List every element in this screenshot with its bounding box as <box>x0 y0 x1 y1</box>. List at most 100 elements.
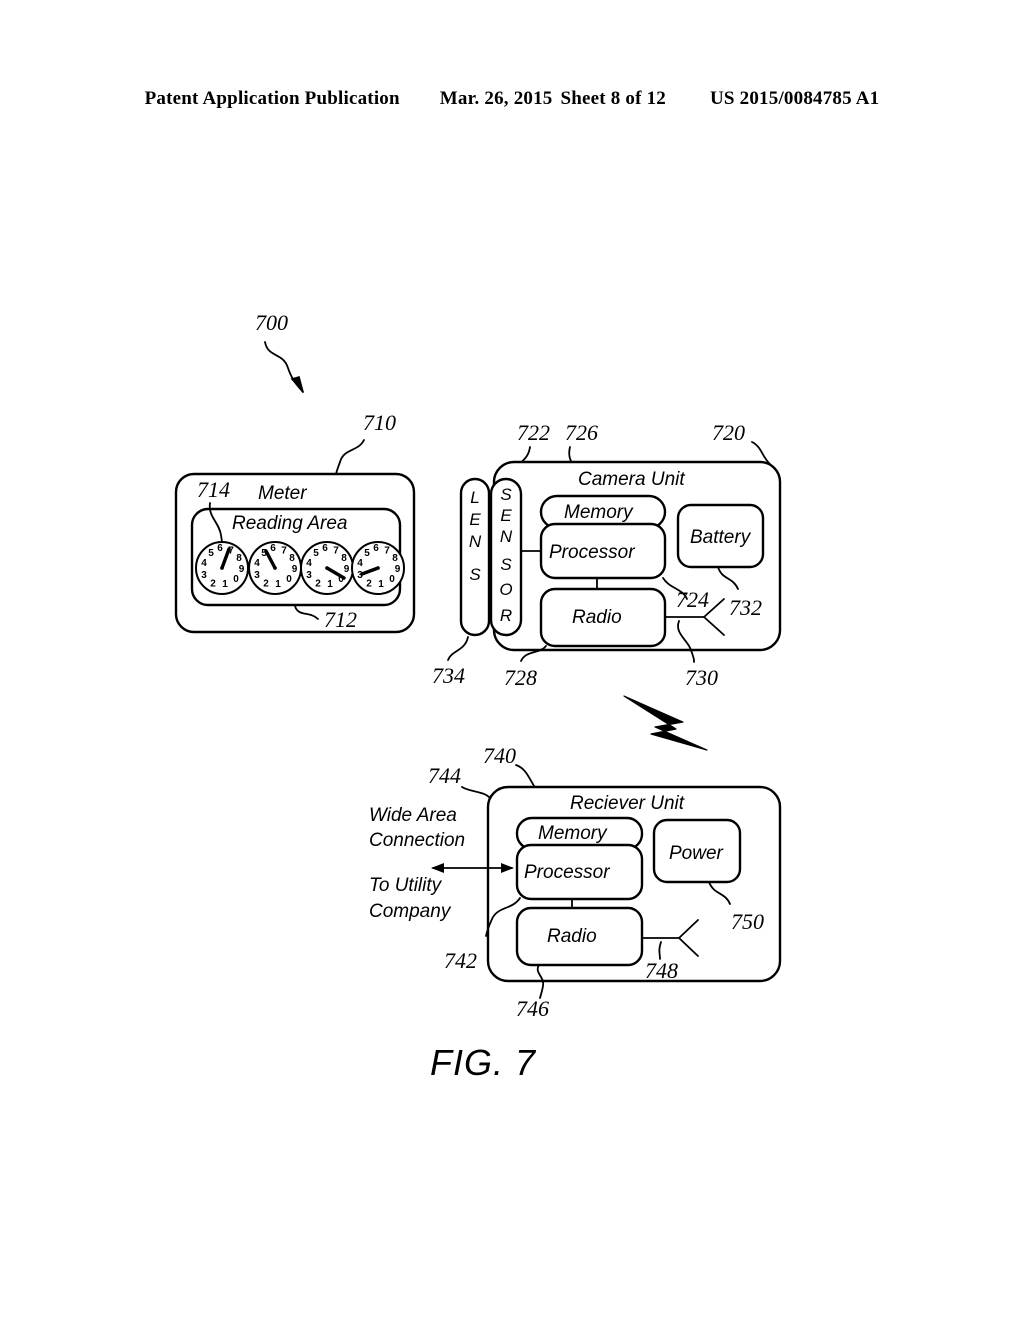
sensor-letter-n: N <box>500 527 513 546</box>
dial-3-digit-3: 3 <box>306 570 312 581</box>
camera-unit-title: Camera Unit <box>578 469 685 490</box>
ref-700: 700 <box>255 310 288 335</box>
sensor-letter-r: R <box>500 606 512 625</box>
dial-1-digit-4: 4 <box>201 558 207 569</box>
dial-3-digit-4: 4 <box>306 558 312 569</box>
lens-letter-e: E <box>469 510 481 529</box>
ref-748: 748 <box>645 958 678 983</box>
meter-dial-4: 6 7 8 9 0 1 2 3 4 5 <box>351 541 405 595</box>
leader-740 <box>515 764 537 790</box>
camera-unit-box: Camera Unit L E N S 734 S E N S O R Memo… <box>432 460 782 690</box>
receiver-power-label: Power <box>669 843 724 864</box>
dial-4-digit-2: 2 <box>366 579 372 590</box>
dial-4-digit-8: 8 <box>392 553 398 564</box>
ref-714: 714 <box>197 477 230 502</box>
dial-3-digit-6: 6 <box>322 543 328 554</box>
meter-dial-3: 6 7 8 9 0 1 2 3 4 5 <box>300 541 354 595</box>
ref-724: 724 <box>676 587 709 612</box>
patent-page: Patent Application Publication Mar. 26, 2… <box>0 0 1024 1320</box>
dial-4-digit-0: 0 <box>389 574 395 585</box>
leader-734 <box>447 636 469 661</box>
dial-2-digit-8: 8 <box>289 553 295 564</box>
ref-732: 732 <box>729 595 762 620</box>
wide-area-arrow <box>431 863 514 873</box>
ref-744: 744 <box>428 763 461 788</box>
lens-component: L E N S <box>459 477 491 637</box>
receiver-processor-label: Processor <box>524 862 610 883</box>
receiver-unit-title: Reciever Unit <box>570 793 685 814</box>
meter-box: Meter Reading Area 714 6 7 8 9 0 1 2 3 4… <box>174 472 416 634</box>
dial-3-digit-8: 8 <box>341 553 347 564</box>
dial-4-digit-1: 1 <box>378 579 384 590</box>
wide-area-line-1: Wide Area <box>369 805 457 826</box>
dial-3-hub <box>325 566 329 570</box>
dial-2-digit-3: 3 <box>254 570 260 581</box>
dial-2-digit-1: 1 <box>275 579 281 590</box>
dial-1-digit-9: 9 <box>239 564 245 575</box>
dial-4-digit-4: 4 <box>357 558 363 569</box>
dial-1-digit-1: 1 <box>222 579 228 590</box>
dial-1-digit-3: 3 <box>201 570 207 581</box>
dial-1-digit-0: 0 <box>233 574 239 585</box>
ref-720: 720 <box>712 420 745 445</box>
ref-746: 746 <box>516 996 549 1021</box>
dial-3-digit-9: 9 <box>344 564 350 575</box>
dial-4-digit-7: 7 <box>384 546 390 557</box>
dial-1-digit-5: 5 <box>208 548 214 559</box>
meter-dial-2: 6 7 8 9 0 1 2 3 4 5 <box>248 541 302 595</box>
lens-letter-n: N <box>469 532 482 551</box>
dial-1-digit-6: 6 <box>217 543 223 554</box>
lightning-bolt-icon <box>623 695 708 751</box>
dial-2-digit-4: 4 <box>254 558 260 569</box>
ref-750: 750 <box>731 909 764 934</box>
meter-title: Meter <box>258 483 307 504</box>
reading-area-title: Reading Area <box>232 513 347 534</box>
sensor-component: S E N S O R <box>489 477 523 637</box>
dial-2-digit-7: 7 <box>281 546 287 557</box>
dial-2-digit-0: 0 <box>286 574 292 585</box>
dial-2-digit-9: 9 <box>292 564 298 575</box>
sensor-letter-e: E <box>500 506 512 525</box>
dial-3-digit-1: 1 <box>327 579 333 590</box>
ref-740: 740 <box>483 743 516 768</box>
camera-processor-label: Processor <box>549 542 635 563</box>
ref-722: 722 <box>517 420 550 445</box>
receiver-radio-label: Radio <box>547 926 597 947</box>
dial-2-hub <box>273 566 277 570</box>
receiver-unit-box: Reciever Unit Wide Area Connection To Ut… <box>369 785 782 1021</box>
dial-4-hub <box>376 566 380 570</box>
camera-radio-label: Radio <box>572 607 622 628</box>
figure-7-drawing: 700 710 Meter Reading Area 714 6 7 8 9 0 <box>174 310 782 1083</box>
to-utility-line-2: Company <box>369 901 452 922</box>
lens-letter-s: S <box>469 565 481 584</box>
arrowhead-700 <box>290 376 304 393</box>
leader-710 <box>335 439 365 475</box>
to-utility-line-1: To Utility <box>369 875 443 896</box>
wide-area-line-2: Connection <box>369 830 465 851</box>
meter-dial-1: 6 7 8 9 0 1 2 3 4 5 <box>195 541 249 595</box>
ref-728: 728 <box>504 665 537 690</box>
dial-4-digit-9: 9 <box>395 564 401 575</box>
dial-3-digit-7: 7 <box>333 546 339 557</box>
ref-710: 710 <box>363 410 396 435</box>
dial-1-digit-8: 8 <box>236 553 242 564</box>
lightning-bolt-shape <box>623 695 708 751</box>
wide-area-arrowhead-left <box>431 863 444 873</box>
ref-726: 726 <box>565 420 598 445</box>
dial-1-digit-2: 2 <box>210 579 216 590</box>
lens-letter-l: L <box>470 488 479 507</box>
figure-label: FIG. 7 <box>430 1042 537 1083</box>
leader-720 <box>751 441 771 465</box>
ref-742: 742 <box>444 948 477 973</box>
sensor-letter-s2: S <box>500 555 512 574</box>
dial-3-digit-2: 2 <box>315 579 321 590</box>
dial-4-digit-5: 5 <box>364 548 370 559</box>
ref-730: 730 <box>685 665 718 690</box>
dial-2-digit-2: 2 <box>263 579 269 590</box>
sensor-letter-o: O <box>499 580 512 599</box>
dial-3-digit-5: 5 <box>313 548 319 559</box>
dial-1-hub <box>220 566 224 570</box>
receiver-memory-label: Memory <box>538 823 608 844</box>
ref-712: 712 <box>324 607 357 632</box>
ref-734: 734 <box>432 663 465 688</box>
